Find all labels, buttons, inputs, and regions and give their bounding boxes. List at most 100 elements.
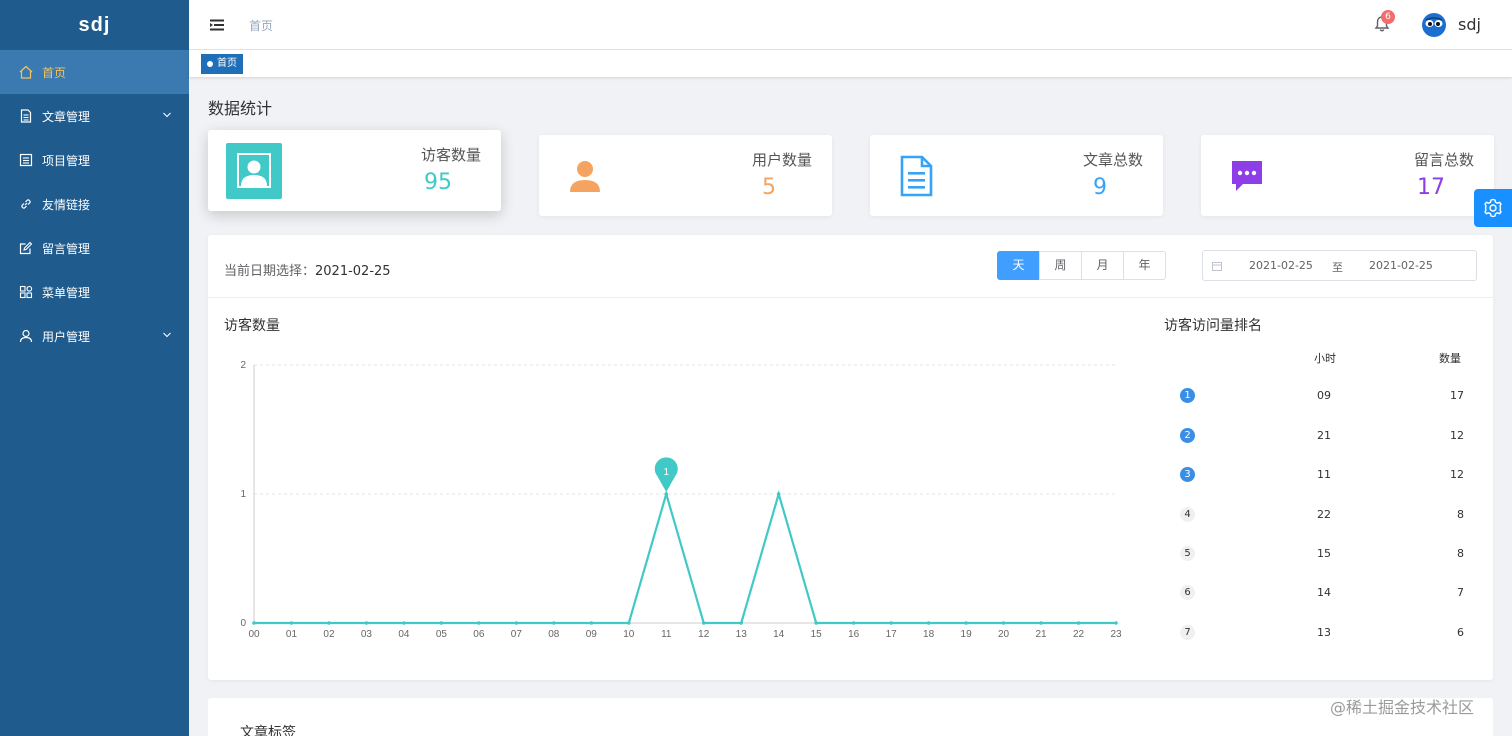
data-point [701,621,706,625]
current-date-label: 当前日期选择：2021-02-25 [224,260,391,279]
period-tab-1[interactable]: 周 [1039,251,1082,280]
sidebar-item-4[interactable]: 留言管理 [0,226,189,270]
chevron-down-icon [163,332,171,338]
tag-dot-icon [207,61,213,67]
sidebar-item-5[interactable]: 菜单管理 [0,270,189,314]
hamburger-menu-icon[interactable] [209,17,225,33]
rank-count: 12 [1450,468,1464,481]
y-tick-label: 0 [240,618,246,629]
stat-label: 用户数量 [751,151,812,169]
page-title: 数据统计 [208,99,273,118]
mark-point-label: 1 [663,467,669,478]
visitor-icon [226,143,282,199]
sidebar-item-label: 用户管理 [42,329,91,344]
stat-value: 17 [1417,175,1445,200]
current-date-value: 2021-02-25 [315,264,391,279]
data-point [402,621,406,625]
stat-card-messages[interactable]: 留言总数 17 [1201,135,1494,216]
user-name[interactable]: sdj [1458,15,1481,34]
tag-home[interactable]: 首页 [201,54,243,74]
user-icon [19,329,33,343]
x-tick-label: 21 [1035,629,1047,640]
data-point [589,621,594,625]
rank-hour: 13 [1317,626,1331,639]
range-start-input[interactable]: 2021-02-25 [1249,259,1313,272]
ranking-title: 访客访问量排名 [1164,318,1262,334]
data-point [926,621,931,625]
x-tick-label: 08 [548,629,560,640]
x-tick-label: 07 [511,629,523,640]
data-point [776,492,781,496]
x-tick-label: 00 [248,629,260,640]
date-range-picker[interactable]: 2021-02-25 至 2021-02-25 [1202,250,1477,281]
avatar[interactable] [1421,12,1447,38]
sidebar-item-6[interactable]: 用户管理 [0,314,189,358]
rank-hour: 11 [1317,468,1331,481]
period-segmented-control: 天周月年 [997,251,1166,280]
rank-number: 3 [1180,467,1195,482]
ranking-row: 3 11 12 [1164,465,1464,485]
rank-hour: 21 [1317,429,1331,442]
sidebar-item-label: 项目管理 [42,153,91,168]
ranking-row: 1 09 17 [1164,386,1464,406]
range-end-input[interactable]: 2021-02-25 [1369,259,1433,272]
rank-count: 8 [1457,508,1464,521]
series-line [254,490,1116,625]
tag-label: 首页 [217,58,237,69]
date-label-text: 当前日期选择： [224,264,316,279]
sidebar-item-1[interactable]: 文章管理 [0,94,189,138]
x-tick-label: 13 [736,629,748,640]
sidebar-menu: 首页文章管理项目管理友情链接 留言管理菜单管理用户管理 [0,50,189,358]
data-point [851,621,856,625]
rank-count: 8 [1457,547,1464,560]
rank-count: 12 [1450,429,1464,442]
tags-panel: 文章标签 [208,698,1493,736]
settings-button[interactable] [1474,189,1512,227]
stat-card-visitors[interactable]: 访客数量 95 [208,130,501,211]
edit-icon [19,241,33,255]
x-tick-label: 20 [998,629,1010,640]
stat-card-users[interactable]: 用户数量 5 [539,135,832,216]
stat-value: 95 [424,170,452,195]
rank-hour: 14 [1317,586,1331,599]
rank-number: 1 [1180,388,1195,403]
notification-badge: 6 [1381,10,1395,24]
stat-value: 5 [762,175,776,200]
x-tick-label: 23 [1110,629,1122,640]
rank-count: 6 [1457,626,1464,639]
calendar-icon [1212,262,1222,271]
x-tick-label: 15 [811,629,823,640]
ranking-col-count: 数量 [1439,352,1461,365]
breadcrumb[interactable]: 首页 [249,17,273,34]
sidebar-item-2[interactable]: 项目管理 [0,138,189,182]
watermark: @稀土掘金技术社区 [1330,698,1475,717]
range-separator: 至 [1332,261,1343,274]
data-point [626,621,631,625]
data-point [477,621,481,625]
ranking-row: 6 14 7 [1164,583,1464,603]
ranking-row: 4 22 8 [1164,505,1464,525]
period-tab-0[interactable]: 天 [997,251,1040,280]
sidebar-item-0[interactable]: 首页 [0,50,189,94]
sidebar-item-3[interactable]: 友情链接 [0,182,189,226]
rank-hour: 09 [1317,389,1331,402]
y-tick-label: 2 [240,360,246,371]
stat-card-articles[interactable]: 文章总数 9 [870,135,1163,216]
app-logo: sdj [78,14,111,36]
data-point [1039,621,1043,625]
data-point [439,621,444,625]
rank-hour: 15 [1317,547,1331,560]
period-tab-2[interactable]: 月 [1081,251,1124,280]
data-point [364,621,369,625]
period-tab-3[interactable]: 年 [1123,251,1166,280]
visitor-line-chart[interactable]: 01200 01 02 03 04 05 06 07 08 09 10 11 12 13 14 15 16 17 1… [208,335,1138,645]
data-point [289,621,294,625]
x-tick-label: 04 [398,629,410,640]
x-tick-label: 06 [473,629,485,640]
x-tick-label: 09 [586,629,598,640]
rank-number: 2 [1180,428,1195,443]
x-tick-label: 01 [286,629,298,640]
sidebar-item-label: 首页 [42,65,67,80]
tags-view-bar: 首页 [189,50,1512,77]
sidebar-item-label: 菜单管理 [42,285,91,300]
